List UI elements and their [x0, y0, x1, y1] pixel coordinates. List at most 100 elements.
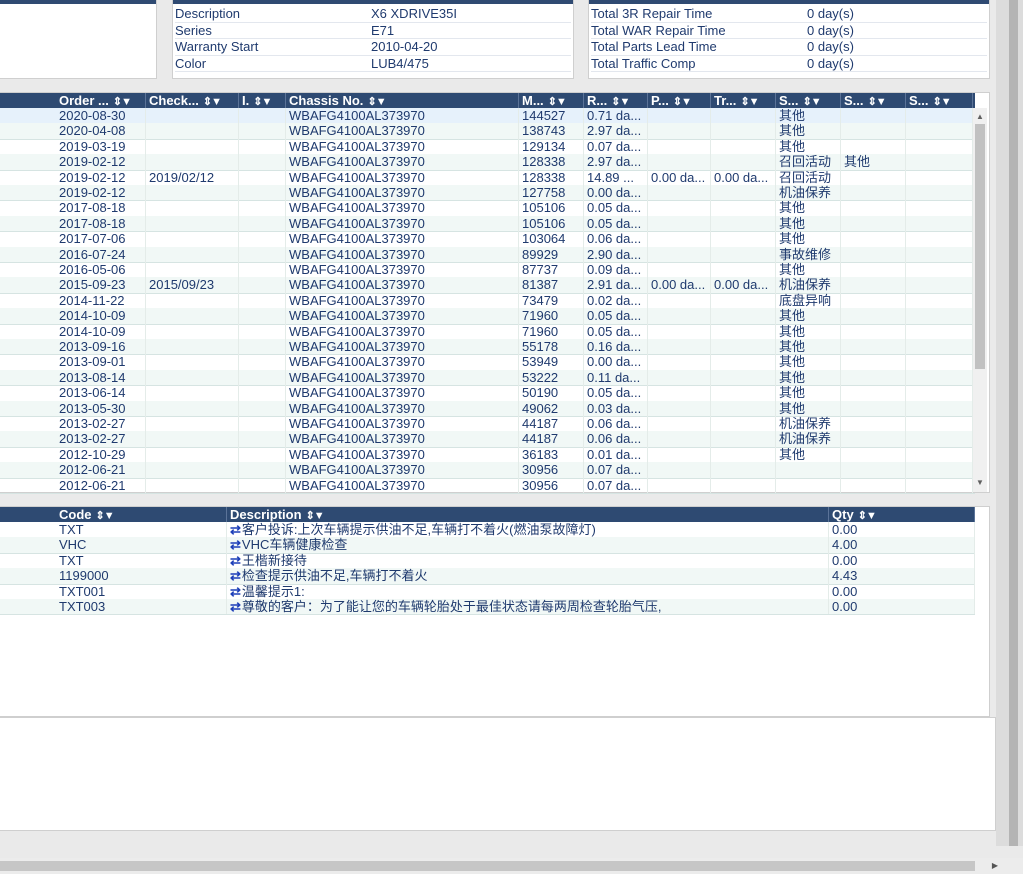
table-row[interactable]: TXT ⇄客户投诉:上次车辆提示供油不足,车辆打不着火(燃油泵故障灯) 0.00 — [0, 522, 975, 539]
table-row[interactable]: VHC ⇄VHC车辆健康检查 4.00 — [0, 537, 975, 554]
sort-icon[interactable]: ⇕▼ — [365, 96, 386, 108]
table-row[interactable]: 2020-04-08 WBAFG4100AL373970 138743 2.97 da… — [0, 123, 975, 140]
sort-icon[interactable]: ⇕▼ — [94, 510, 115, 522]
table-cell — [239, 154, 286, 170]
cell-text: 机油保养 — [779, 431, 832, 447]
table-row[interactable]: TXT003 ⇄尊敬的客户：为了能让您的车辆轮胎处于最佳状态请每两周检查轮胎气压,… — [0, 599, 975, 616]
table-row[interactable]: 2019-02-12 2019/02/12 WBAFG4100AL373970 128… — [0, 169, 975, 186]
table-cell — [648, 339, 711, 355]
sort-icon[interactable]: ⇕▼ — [251, 96, 272, 108]
cell-text: WBAFG4100AL373970 — [289, 477, 425, 493]
column-header[interactable]: P... ⇕▼ — [648, 93, 711, 108]
table-cell — [146, 231, 239, 247]
table-row[interactable]: 1199000 ⇄检查提示供油不足,车辆打不着火 4.43 — [0, 568, 975, 585]
table-row[interactable]: 2016-07-24 WBAFG4100AL373970 89929 2.90 da.… — [0, 246, 975, 263]
column-header[interactable]: I. ⇕▼ — [239, 93, 286, 108]
swap-icon: ⇄ — [230, 583, 241, 599]
sort-icon[interactable]: ⇕▼ — [931, 96, 952, 108]
table-row[interactable]: 2017-08-18 WBAFG4100AL373970 105106 0.05 da… — [0, 215, 975, 233]
sort-icon[interactable]: ⇕▼ — [856, 510, 877, 522]
table-cell — [648, 246, 711, 262]
cell-text: 87737 — [522, 262, 559, 277]
table-row[interactable]: 2017-08-18 WBAFG4100AL373970 105106 0.05 da… — [0, 200, 975, 217]
info-value: 0 day(s) — [807, 55, 854, 71]
table-cell — [906, 215, 973, 232]
sort-icon[interactable]: ⇕▼ — [546, 96, 567, 108]
table-row[interactable]: 2014-11-22 WBAFG4100AL373970 73479 0.02 da.… — [0, 292, 975, 310]
page-scroll-thumb[interactable] — [1009, 0, 1018, 846]
table-row[interactable]: 2013-09-16 WBAFG4100AL373970 55178 0.16 da.… — [0, 339, 975, 356]
table-cell: 0.00 da... — [648, 169, 711, 185]
table-row[interactable]: TXT ⇄王楷新接待 0.00 — [0, 552, 975, 570]
sort-icon[interactable]: ⇕▼ — [111, 96, 132, 108]
column-header[interactable]: Check... ⇕▼ — [146, 93, 239, 108]
column-header[interactable]: R... ⇕▼ — [584, 93, 648, 108]
sort-icon[interactable]: ⇕▼ — [671, 96, 692, 108]
sort-icon[interactable]: ⇕▼ — [304, 510, 325, 522]
table-row[interactable]: 2013-05-30 WBAFG4100AL373970 49062 0.03 da.… — [0, 400, 975, 417]
table-row[interactable]: 2019-02-12 WBAFG4100AL373970 128338 2.97 da… — [0, 154, 975, 171]
table-cell: 2.97 da... — [584, 154, 648, 170]
table-row[interactable]: 2013-06-14 WBAFG4100AL373970 50190 0.05 da.… — [0, 385, 975, 402]
table-row[interactable]: 2019-02-12 WBAFG4100AL373970 127758 0.00 da… — [0, 185, 975, 202]
table-row[interactable]: 2019-03-19 WBAFG4100AL373970 129134 0.07 da… — [0, 138, 975, 156]
table-cell: WBAFG4100AL373970 — [286, 246, 519, 262]
table-row[interactable]: 2012-06-21 WBAFG4100AL373970 30956 0.07 da.… — [0, 477, 975, 494]
table-row[interactable]: 2012-10-29 WBAFG4100AL373970 36183 0.01 da.… — [0, 446, 975, 464]
cell-text: WBAFG4100AL373970 — [289, 231, 425, 247]
table-cell: 0.03 da... — [584, 400, 648, 416]
column-header[interactable]: S... ⇕▼ — [776, 93, 841, 108]
table-row[interactable]: 2013-02-27 WBAFG4100AL373970 44187 0.06 da.… — [0, 431, 975, 448]
horizontal-scrollbar[interactable]: ▶ — [0, 858, 1023, 874]
page-scrollbar[interactable] — [996, 0, 1023, 846]
table-row[interactable]: 2020-08-30 WBAFG4100AL373970 144527 0.71 da… — [0, 108, 975, 125]
column-header[interactable]: Description ⇕▼ — [227, 507, 829, 522]
table-cell: 129134 — [519, 138, 584, 155]
table-row[interactable]: 2013-02-27 WBAFG4100AL373970 44187 0.06 da.… — [0, 416, 975, 433]
table-row[interactable]: 2014-10-09 WBAFG4100AL373970 71960 0.05 da.… — [0, 323, 975, 340]
table-cell: 事故维修 — [776, 246, 841, 262]
table-cell — [906, 323, 973, 339]
column-header[interactable]: M... ⇕▼ — [519, 93, 584, 108]
column-header[interactable]: S... ⇕▼ — [841, 93, 906, 108]
cell-text: 其他 — [779, 123, 806, 139]
cell-text: 0.01 da... — [587, 446, 642, 462]
column-header[interactable]: Chassis No. ⇕▼ — [286, 93, 519, 108]
table-row[interactable]: 2014-10-09 WBAFG4100AL373970 71960 0.05 da.… — [0, 308, 975, 325]
table-cell — [841, 123, 906, 139]
scroll-up-icon[interactable]: ▲ — [973, 110, 987, 124]
table-cell: WBAFG4100AL373970 — [286, 231, 519, 247]
table-cell: WBAFG4100AL373970 — [286, 138, 519, 155]
cell-text: 44187 — [522, 431, 559, 447]
table-row[interactable]: 2012-06-21 WBAFG4100AL373970 30956 0.07 da.… — [0, 462, 975, 479]
sort-icon[interactable]: ⇕▼ — [866, 96, 887, 108]
column-header[interactable]: Code ⇕▼ — [56, 507, 227, 522]
column-header[interactable]: Qty ⇕▼ — [829, 507, 975, 522]
scroll-down-icon[interactable]: ▼ — [973, 476, 987, 490]
table-row[interactable]: 2017-07-06 WBAFG4100AL373970 103064 0.06 da… — [0, 231, 975, 248]
h-scroll-thumb[interactable] — [0, 861, 975, 871]
table-cell — [906, 277, 973, 293]
cell-text: 其他 — [779, 308, 806, 324]
table-cell — [841, 169, 906, 185]
sort-icon[interactable]: ⇕▼ — [201, 96, 222, 108]
table-cell: WBAFG4100AL373970 — [286, 215, 519, 232]
table-cell — [239, 416, 286, 432]
table-row[interactable]: 2013-09-01 WBAFG4100AL373970 53949 0.00 da.… — [0, 354, 975, 371]
table-row[interactable]: 2016-05-06 WBAFG4100AL373970 87737 0.09 da.… — [0, 262, 975, 279]
table-row[interactable]: TXT001 ⇄温馨提示1: 0.00 — [0, 583, 975, 600]
cell-text: 2.97 da... — [587, 154, 642, 170]
scroll-right-icon[interactable]: ▶ — [988, 858, 1002, 874]
column-header[interactable]: S... ⇕▼ — [906, 93, 973, 108]
sort-icon[interactable]: ⇕▼ — [609, 96, 630, 108]
scroll-thumb[interactable] — [975, 124, 985, 369]
orders-scrollbar[interactable]: ▲ ▼ — [973, 108, 987, 492]
sort-icon[interactable]: ⇕▼ — [738, 96, 759, 108]
table-row[interactable]: 2013-08-14 WBAFG4100AL373970 53222 0.11 da.… — [0, 369, 975, 387]
column-header[interactable]: Tr... ⇕▼ — [711, 93, 776, 108]
sort-icon[interactable]: ⇕▼ — [801, 96, 822, 108]
table-row[interactable]: 2015-09-23 2015/09/23 WBAFG4100AL373970 813… — [0, 277, 975, 294]
cell-text: 2013-09-01 — [59, 354, 126, 370]
cell-text: 2020-04-08 — [59, 123, 126, 139]
column-header[interactable]: Order ... ⇕▼ — [56, 93, 146, 108]
